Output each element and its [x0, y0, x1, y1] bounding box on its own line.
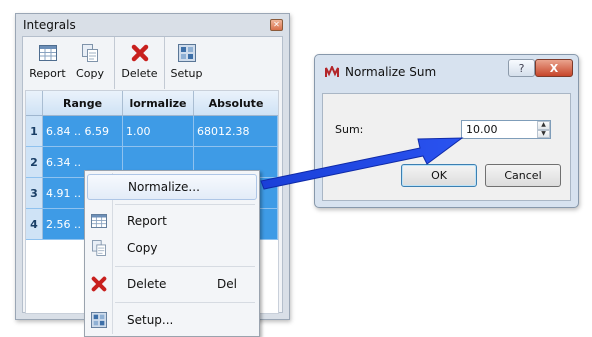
context-menu: Normalize... Report Copy Delete Del Setu… — [84, 170, 260, 337]
table-header: Range lormalize Absolute — [26, 91, 278, 116]
report-icon — [38, 43, 57, 63]
integrals-title: Integrals — [23, 18, 76, 32]
cancel-button[interactable]: Cancel — [485, 164, 561, 187]
table-row[interactable]: 1 6.84 .. 6.59 1.00 68012.38 — [26, 116, 278, 147]
menu-item-label: Report — [127, 214, 167, 228]
row-absolute: 68012.38 — [194, 116, 278, 146]
menu-item-label: Setup... — [127, 313, 174, 327]
header-range[interactable]: Range — [43, 91, 123, 115]
ok-button[interactable]: OK — [401, 164, 477, 187]
setup-icon — [87, 312, 111, 328]
menu-item-label: Copy — [127, 241, 158, 255]
dialog-body: Sum: 10.00 ▲ ▼ OK Cancel — [322, 93, 571, 201]
row-number: 2 — [26, 147, 43, 177]
close-icon: X — [549, 61, 559, 75]
delete-button-label: Delete — [121, 67, 158, 80]
dialog-title: Normalize Sum — [345, 65, 437, 79]
close-icon: ✕ — [273, 20, 280, 29]
sum-label: Sum: — [335, 123, 364, 136]
menu-item-setup[interactable]: Setup... — [87, 307, 257, 333]
menu-item-report[interactable]: Report — [87, 208, 257, 234]
row-number: 1 — [26, 116, 43, 146]
header-absolute[interactable]: Absolute — [194, 91, 278, 115]
integrals-titlebar: Integrals ✕ — [16, 14, 289, 36]
help-button[interactable]: ? — [508, 59, 535, 77]
delete-icon — [87, 276, 111, 292]
delete-icon — [131, 43, 149, 63]
header-index — [26, 91, 43, 115]
integrals-close-button[interactable]: ✕ — [270, 19, 283, 31]
report-button[interactable]: Report — [23, 37, 72, 89]
copy-icon — [87, 240, 111, 256]
copy-icon — [82, 43, 98, 63]
copy-button[interactable]: Copy — [72, 37, 108, 89]
row-range: 6.84 .. 6.59 — [43, 116, 123, 146]
sum-spinner[interactable]: ▲ ▼ — [537, 121, 550, 138]
menu-item-normalize[interactable]: Normalize... — [87, 174, 257, 200]
menu-item-shortcut: Del — [217, 277, 237, 291]
report-button-label: Report — [29, 67, 66, 80]
row-number: 4 — [26, 209, 43, 239]
menu-item-label: Delete — [127, 277, 167, 291]
app-icon — [325, 64, 339, 81]
menu-item-label: Normalize... — [128, 180, 200, 194]
integrals-toolbar: Report Copy Delete Setup — [23, 37, 282, 89]
spin-up-icon[interactable]: ▲ — [537, 121, 550, 130]
row-normalized: 1.00 — [123, 116, 194, 146]
setup-button-label: Setup — [170, 67, 203, 80]
report-icon — [87, 214, 111, 228]
setup-icon — [177, 43, 196, 63]
header-normalized[interactable]: lormalize — [123, 91, 194, 115]
dialog-close-button[interactable]: X — [535, 59, 573, 77]
copy-button-label: Copy — [76, 67, 104, 80]
setup-button[interactable]: Setup — [164, 37, 208, 89]
menu-separator — [115, 204, 255, 205]
row-number: 3 — [26, 178, 43, 208]
menu-item-delete[interactable]: Delete Del — [87, 271, 257, 297]
help-icon: ? — [518, 61, 525, 75]
normalize-sum-dialog: Normalize Sum ? X Sum: 10.00 ▲ ▼ OK Canc… — [314, 54, 579, 208]
menu-separator — [115, 302, 255, 303]
menu-separator — [115, 266, 255, 267]
menu-item-copy[interactable]: Copy — [87, 235, 257, 261]
spin-down-icon[interactable]: ▼ — [537, 129, 550, 138]
delete-button[interactable]: Delete — [114, 37, 164, 89]
